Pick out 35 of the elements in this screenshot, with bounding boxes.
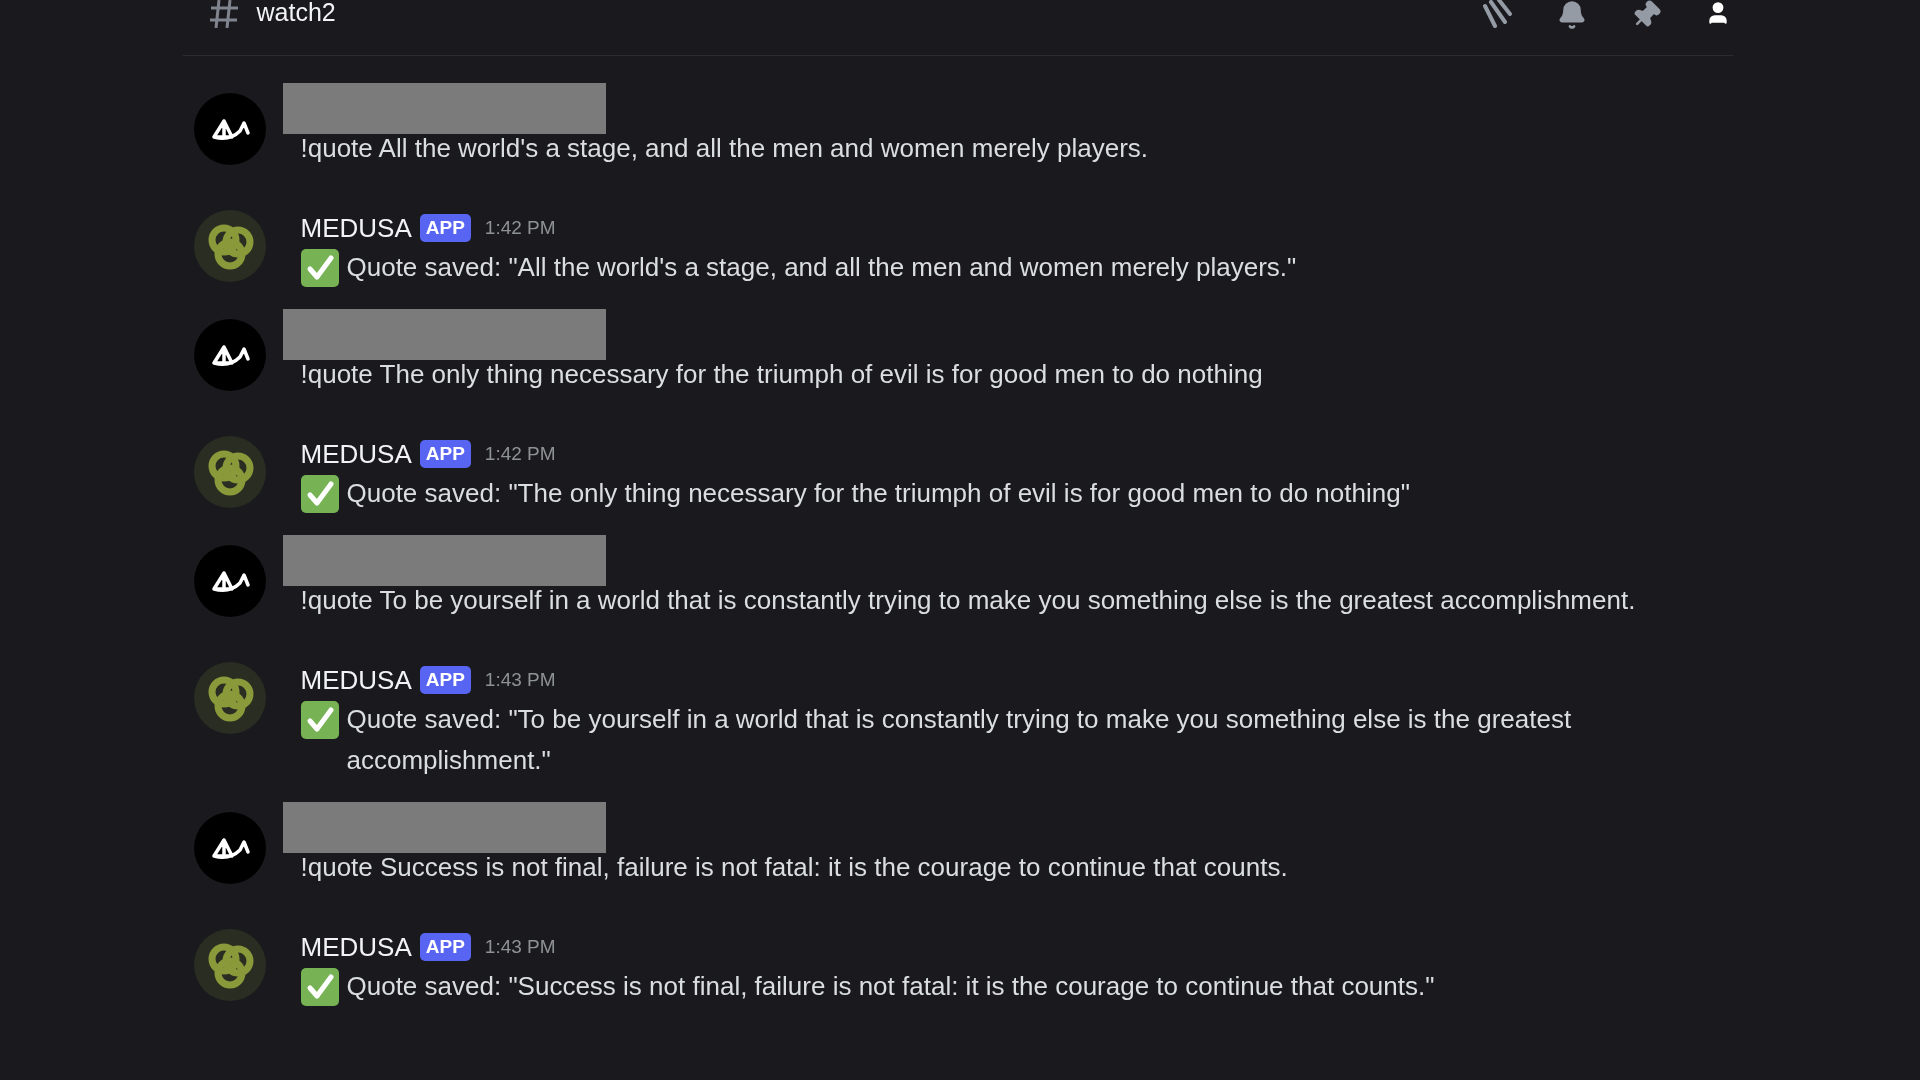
channel-name: watch2 bbox=[256, 0, 336, 24]
check-mark-icon bbox=[300, 249, 339, 287]
author-name[interactable]: MEDUSA bbox=[300, 434, 412, 474]
avatar-logo-icon bbox=[193, 812, 266, 884]
message-text: Quote saved: "All the world's a stage, and all the men and women merely players." bbox=[346, 251, 1298, 284]
message-time: 1:42 PM bbox=[484, 215, 556, 240]
avatar-knot-icon bbox=[193, 929, 266, 1001]
author-name[interactable]: MEDUSA bbox=[300, 660, 412, 700]
app-tag: APP bbox=[419, 214, 471, 242]
check-mark-icon bbox=[300, 701, 339, 739]
avatar-logo-icon bbox=[193, 319, 266, 391]
app-tag: APP bbox=[419, 933, 471, 961]
message-text: Quote saved: "Success is not final, failure is not fatal: it is the courage to continue that counts." bbox=[346, 970, 1436, 1003]
check-mark-icon bbox=[300, 968, 339, 1006]
threads-icon[interactable] bbox=[1480, 0, 1513, 28]
message-time: 1:43 PM bbox=[484, 667, 556, 692]
message-text: !quote The only thing necessary for the triumph of evil is for good men to do nothing bbox=[300, 358, 1264, 391]
message-text: !quote To be yourself in a world that is constantly trying to make you something else is the greatest accomplishment. bbox=[300, 584, 1637, 617]
avatar-logo-icon bbox=[193, 545, 266, 617]
avatar-knot-icon bbox=[193, 436, 266, 508]
message-text: Quote saved: "The only thing necessary for the triumph of evil is for good men to do nothing" bbox=[346, 477, 1411, 510]
app-tag: APP bbox=[419, 440, 471, 468]
hash-icon bbox=[208, 0, 239, 28]
message-time: 1:43 PM bbox=[484, 934, 556, 959]
avatar-logo-icon bbox=[193, 93, 266, 165]
message-time: 1:42 PM bbox=[484, 441, 556, 466]
message-text: Quote saved: "To be yourself in a world that is constantly trying to make you something else is the greatest accomplishment." bbox=[346, 703, 1573, 777]
check-mark-icon bbox=[300, 475, 339, 513]
avatar-knot-icon bbox=[193, 210, 266, 282]
message-text: !quote All the world's a stage, and all the men and women merely players. bbox=[300, 132, 1150, 165]
avatar-knot-icon bbox=[193, 662, 266, 734]
app-tag: APP bbox=[419, 666, 471, 694]
author-name[interactable]: MEDUSA bbox=[300, 208, 412, 248]
author-name[interactable]: MEDUSA bbox=[300, 927, 412, 967]
message-text: !quote Success is not final, failure is not fatal: it is the courage to continue that counts. bbox=[300, 851, 1289, 884]
